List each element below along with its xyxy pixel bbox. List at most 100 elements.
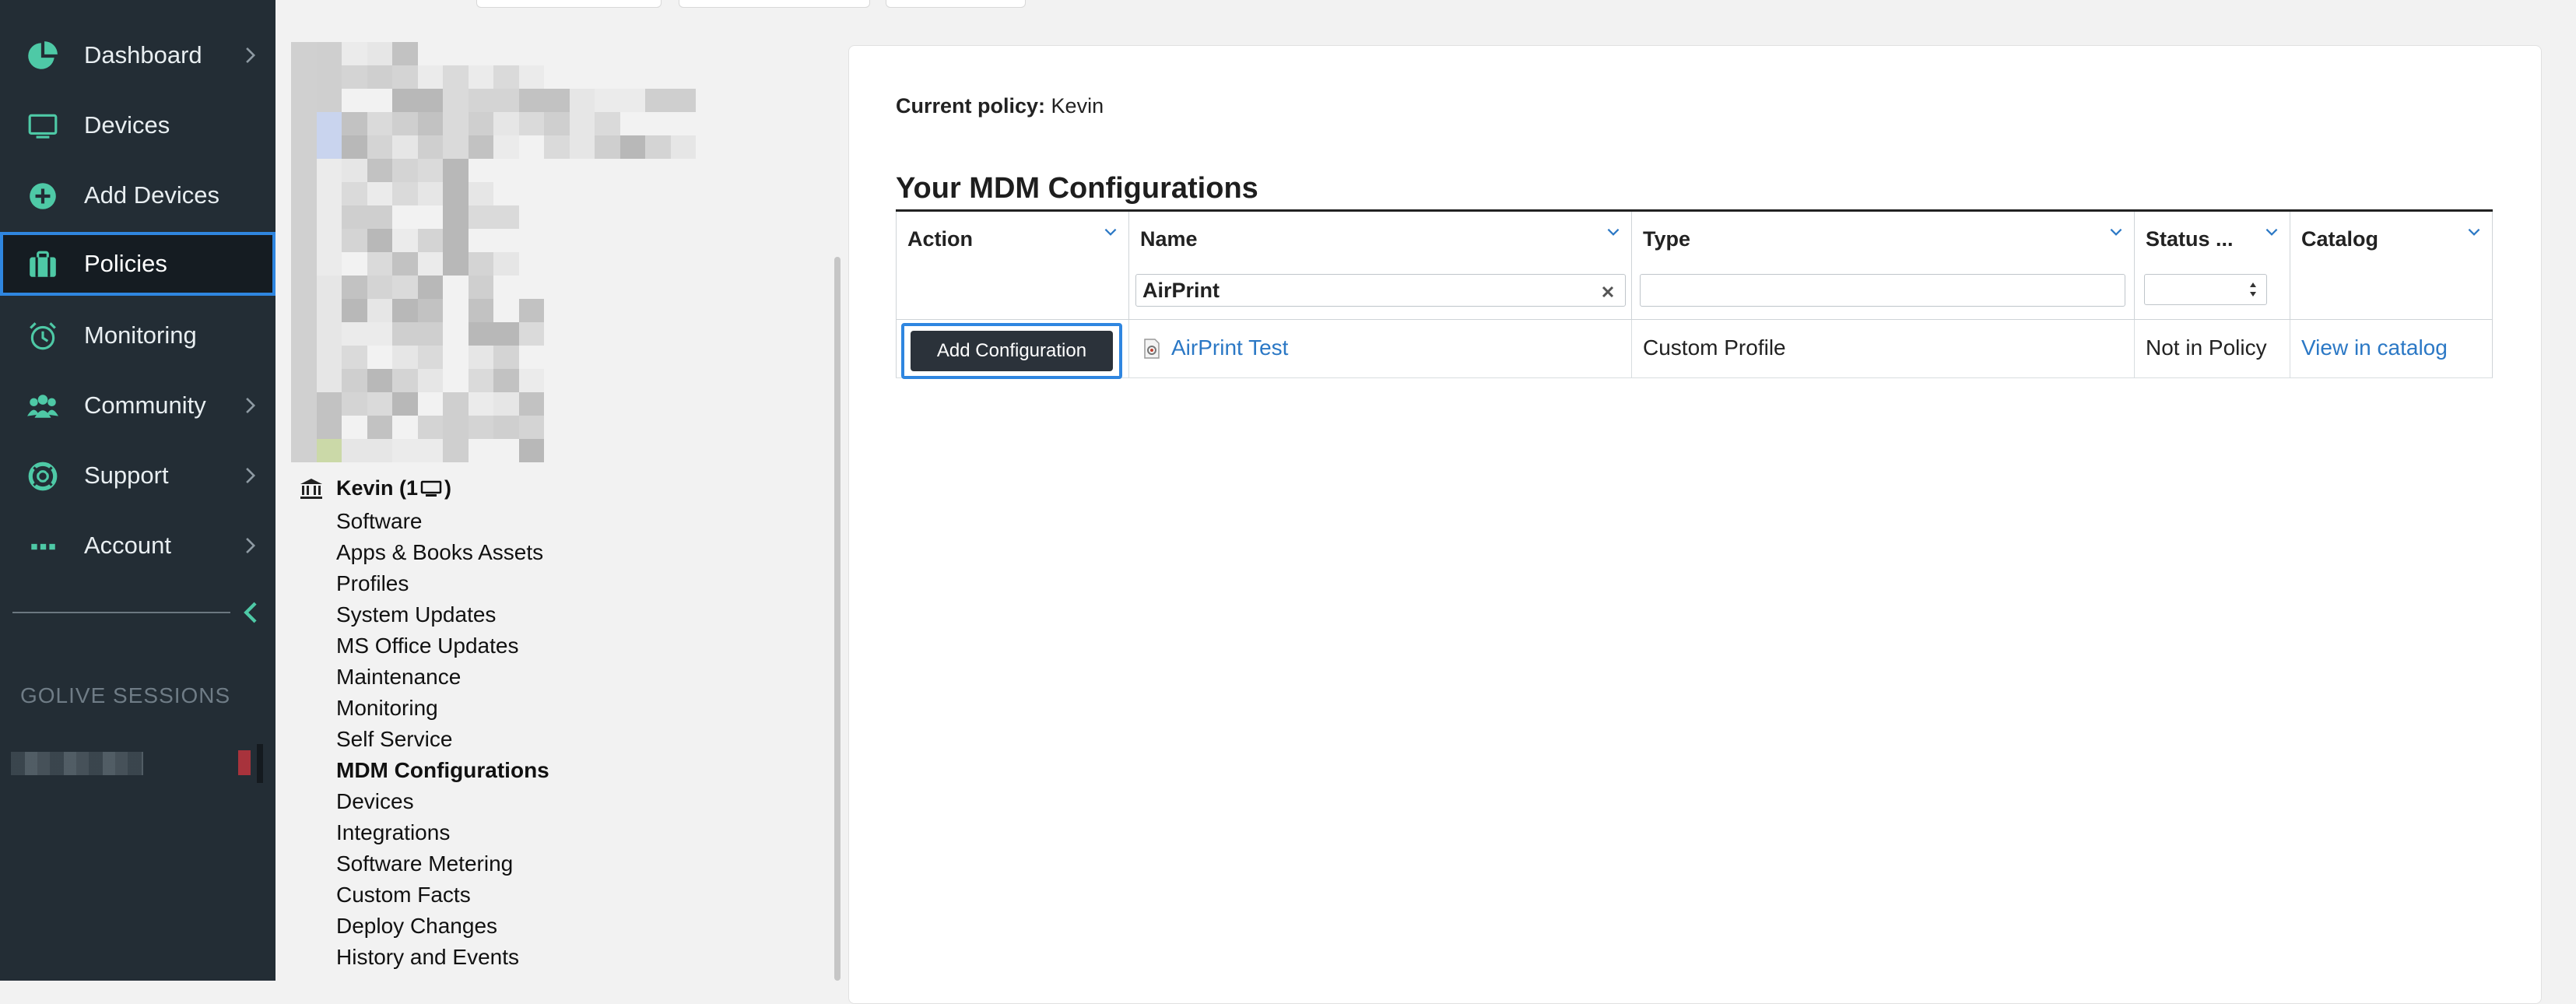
redaction-pixel [493, 416, 519, 439]
type-filter-input[interactable] [1640, 274, 2125, 307]
redaction-pixel [493, 369, 519, 392]
redaction-pixel [493, 322, 519, 346]
redaction-pixel [468, 439, 493, 462]
redaction-pixel [493, 346, 519, 369]
redaction-pixel [392, 135, 418, 159]
name-filter-input[interactable] [1135, 274, 1626, 307]
redaction-pixel [493, 182, 519, 205]
nav-item-policies[interactable]: Policies [0, 232, 275, 296]
redaction-pixel [670, 299, 696, 322]
tree-root-node[interactable]: Kevin (1 ) [299, 476, 451, 500]
column-menu-icon[interactable] [1102, 226, 1119, 238]
redaction-pixel [316, 322, 342, 346]
redaction-pixel [595, 322, 620, 346]
nav-item-community[interactable]: Community [0, 374, 275, 437]
redaction-pixel [518, 299, 544, 322]
nav-label: Devices [84, 111, 170, 139]
redaction-pixel [443, 276, 469, 299]
status-filter-select[interactable] [2144, 274, 2267, 305]
top-tab[interactable] [679, 0, 870, 8]
redaction-pixel [670, 205, 696, 229]
tree-item-monitoring[interactable]: Monitoring [336, 694, 549, 725]
redaction-pixel [468, 159, 493, 182]
tree-item-system-updates[interactable]: System Updates [336, 601, 549, 632]
nav-item-dashboard[interactable]: Dashboard [0, 23, 275, 87]
redaction-pixel [468, 346, 493, 369]
redaction-pixel [645, 392, 671, 416]
nav-item-devices[interactable]: Devices [0, 93, 275, 157]
tree-item-self-service[interactable]: Self Service [336, 725, 549, 757]
redaction-pixel [291, 416, 317, 439]
collapse-sidebar-icon[interactable] [238, 599, 265, 626]
redaction-pixel [392, 112, 418, 135]
redaction-pixel [468, 205, 493, 229]
redaction-pixel [417, 322, 443, 346]
tree-item-profiles[interactable]: Profiles [336, 570, 549, 601]
cell-name: AirPrint Test [1129, 320, 1632, 377]
redaction-pixel [518, 159, 544, 182]
redacted-policy-tree [291, 42, 696, 462]
redaction-pixel [619, 439, 645, 462]
tree-scrollbar[interactable] [834, 257, 841, 981]
tree-item-software-metering[interactable]: Software Metering [336, 850, 549, 881]
clear-filter-icon[interactable] [1601, 285, 1615, 299]
nav-item-account[interactable]: Account [0, 514, 275, 577]
redaction-pixel [316, 65, 342, 89]
redaction-pixel [518, 416, 544, 439]
redaction-pixel [417, 159, 443, 182]
redaction-pixel [619, 112, 645, 135]
tree-item-maintenance[interactable]: Maintenance [336, 663, 549, 694]
tree-item-software[interactable]: Software [336, 507, 549, 539]
column-menu-icon[interactable] [2465, 226, 2483, 238]
redaction-pixel [443, 252, 469, 276]
column-menu-icon[interactable] [1605, 226, 1622, 238]
configuration-name-link[interactable]: AirPrint Test [1171, 335, 1288, 360]
add-configuration-button[interactable]: Add Configuration [911, 331, 1113, 371]
top-tab[interactable] [886, 0, 1026, 8]
redaction-pixel [670, 182, 696, 205]
redaction-pixel [417, 392, 443, 416]
column-menu-icon[interactable] [2263, 226, 2280, 238]
redaction-pixel [670, 276, 696, 299]
redaction-pixel [493, 112, 519, 135]
column-type: Type [1632, 212, 2135, 319]
pie-chart-icon [28, 41, 58, 69]
tree-item-devices[interactable]: Devices [336, 788, 549, 819]
top-tab[interactable] [476, 0, 662, 8]
redaction-pixel [619, 299, 645, 322]
redaction-pixel [670, 65, 696, 89]
tree-item-apps-books-assets[interactable]: Apps & Books Assets [336, 539, 549, 570]
redaction-pixel [291, 205, 317, 229]
nav-item-add-devices[interactable]: Add Devices [0, 163, 275, 227]
redaction-pixel [392, 322, 418, 346]
tree-item-integrations[interactable]: Integrations [336, 819, 549, 850]
computer-icon [420, 480, 442, 497]
tree-item-mdm-configurations[interactable]: MDM Configurations [336, 757, 549, 788]
redaction-pixel [443, 392, 469, 416]
tree-root-label: Kevin (1 [336, 476, 419, 500]
nav-item-support[interactable]: Support [0, 444, 275, 507]
redaction-pixel [619, 392, 645, 416]
tree-item-deploy-changes[interactable]: Deploy Changes [336, 912, 549, 943]
redaction-pixel [645, 89, 671, 112]
redaction-pixel [392, 252, 418, 276]
redaction-pixel [468, 112, 493, 135]
tree-item-ms-office-updates[interactable]: MS Office Updates [336, 632, 549, 663]
redaction-pixel [367, 369, 392, 392]
redaction-pixel [619, 346, 645, 369]
redaction-pixel [417, 252, 443, 276]
view-in-catalog-link[interactable]: View in catalog [2301, 335, 2448, 360]
tree-item-history-and-events[interactable]: History and Events [336, 943, 549, 974]
nav-item-monitoring[interactable]: Monitoring [0, 304, 275, 367]
session-item-redacted[interactable] [11, 752, 143, 775]
briefcase-icon [30, 251, 56, 277]
redaction-pixel [367, 346, 392, 369]
column-catalog: Catalog [2290, 212, 2493, 319]
redaction-pixel [342, 89, 367, 112]
redaction-pixel [493, 159, 519, 182]
redaction-pixel [619, 42, 645, 65]
redaction-pixel [670, 369, 696, 392]
redaction-pixel [569, 229, 595, 252]
tree-item-custom-facts[interactable]: Custom Facts [336, 881, 549, 912]
column-menu-icon[interactable] [2107, 226, 2125, 238]
